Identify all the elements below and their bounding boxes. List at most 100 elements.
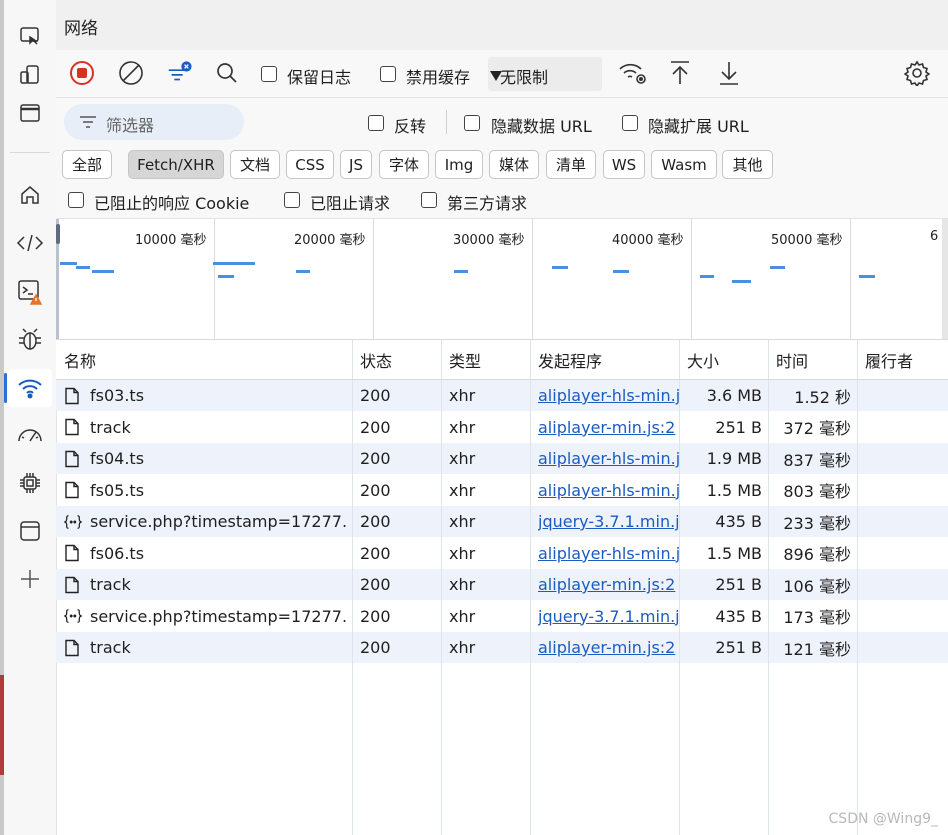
request-status: 200 — [360, 606, 391, 626]
request-type: xhr — [449, 417, 476, 437]
type-css-button[interactable]: CSS — [286, 150, 334, 179]
elements-code-icon[interactable] — [8, 224, 52, 262]
type-font-button[interactable]: 字体 — [379, 150, 429, 179]
initiator-link[interactable]: aliplayer-min.js:2 — [538, 569, 679, 600]
throttle-select[interactable]: 无限制 — [488, 57, 602, 91]
network-conditions-icon[interactable] — [618, 60, 648, 86]
column-header-time[interactable]: 时间 — [768, 340, 857, 380]
panel-title-bar: 网络 — [56, 0, 948, 51]
type-media-button[interactable]: 媒体 — [489, 150, 539, 179]
document-icon — [64, 380, 82, 411]
request-name[interactable]: service.php?timestamp=17277... — [90, 506, 348, 537]
type-fetch-xhr-button[interactable]: Fetch/XHR — [128, 150, 224, 179]
type-ws-button[interactable]: WS — [603, 150, 645, 179]
hide-data-url-label: 隐藏数据 URL — [491, 117, 592, 136]
activity-bar — [4, 0, 57, 835]
request-status: 200 — [360, 480, 391, 500]
initiator-link[interactable]: aliplayer-hls-min.js — [538, 475, 679, 506]
type-wasm-button[interactable]: Wasm — [651, 150, 717, 179]
network-toolbar: 保留日志 禁用缓存 无限制 — [56, 50, 948, 98]
filter-toggle-icon[interactable] — [166, 60, 192, 86]
add-tool-icon[interactable] — [8, 560, 52, 598]
request-name[interactable]: fs04.ts — [90, 443, 348, 474]
request-name[interactable]: fs05.ts — [90, 475, 348, 506]
blocked-cookies-checkbox[interactable] — [68, 192, 84, 208]
column-header-size[interactable]: 大小 — [679, 340, 768, 380]
preserve-log-checkbox[interactable] — [261, 66, 277, 82]
table-row[interactable]: fs06.ts 200 xhr aliplayer-hls-min.js 1.5 MB 8… — [56, 538, 948, 569]
type-js-button[interactable]: JS — [340, 150, 372, 179]
initiator-link[interactable]: aliplayer-min.js:2 — [538, 632, 679, 663]
network-wifi-icon[interactable] — [4, 369, 52, 407]
hide-ext-url-checkbox[interactable] — [622, 115, 638, 131]
table-row[interactable]: track 200 xhr aliplayer-min.js:2 251 B 372 毫秒 — [56, 412, 948, 443]
table-row[interactable]: track 200 xhr aliplayer-min.js:2 251 B 121 毫秒 — [56, 632, 948, 663]
device-emulation-icon[interactable] — [8, 56, 52, 94]
timeline-tick: 10000 毫秒 — [135, 233, 207, 248]
disable-cache-label: 禁用缓存 — [406, 68, 471, 87]
timeline-overview[interactable]: 10000 毫秒 20000 毫秒 30000 毫秒 40000 毫秒 5000… — [56, 219, 948, 340]
invert-checkbox[interactable] — [368, 115, 384, 131]
request-name[interactable]: service.php?timestamp=17277... — [90, 601, 348, 632]
filter-placeholder: 筛选器 — [106, 116, 155, 135]
type-manifest-button[interactable]: 清单 — [546, 150, 596, 179]
request-size: 1.5 MB — [706, 480, 762, 500]
application-window-icon[interactable] — [8, 512, 52, 550]
blocked-cookies-label: 已阻止的响应 Cookie — [94, 194, 250, 213]
request-name[interactable]: fs03.ts — [90, 380, 348, 411]
table-row[interactable]: service.php?timestamp=17277... 200 xhr jque… — [56, 601, 948, 632]
third-party-checkbox[interactable] — [421, 192, 437, 208]
memory-chip-icon[interactable] — [8, 464, 52, 502]
table-row[interactable]: fs03.ts 200 xhr aliplayer-hls-min.js 3.6 MB 1… — [56, 380, 948, 411]
initiator-link[interactable]: aliplayer-hls-min.js — [538, 380, 679, 411]
type-doc-button[interactable]: 文档 — [230, 150, 280, 179]
filter-input[interactable]: 筛选器 — [64, 104, 244, 140]
column-header-type[interactable]: 类型 — [441, 340, 530, 380]
request-status: 200 — [360, 512, 391, 531]
table-row[interactable]: service.php?timestamp=17277... 200 xhr jque… — [56, 506, 948, 537]
initiator-link[interactable]: aliplayer-hls-min.js — [538, 538, 679, 569]
type-other-button[interactable]: 其他 — [722, 150, 773, 179]
table-row[interactable]: track 200 xhr aliplayer-min.js:2 251 B 106 毫秒 — [56, 569, 948, 600]
request-time: 1.52 秒 — [794, 387, 851, 407]
import-har-icon[interactable] — [667, 60, 693, 86]
disable-cache-checkbox[interactable] — [380, 66, 396, 82]
column-header-initiator[interactable]: 发起程序 — [530, 340, 679, 380]
initiator-link[interactable]: jquery-3.7.1.min.js — [538, 506, 679, 537]
request-name[interactable]: track — [90, 632, 348, 663]
settings-gear-icon[interactable] — [904, 60, 930, 86]
layout-panel-icon[interactable] — [8, 94, 52, 132]
table-row[interactable]: fs05.ts 200 xhr aliplayer-hls-min.js 1.5 MB 8… — [56, 475, 948, 506]
clear-icon[interactable] — [118, 60, 144, 86]
timeline-left-grip[interactable] — [56, 224, 60, 244]
initiator-link[interactable]: aliplayer-min.js:2 — [538, 412, 679, 443]
initiator-link[interactable]: aliplayer-hls-min.js — [538, 443, 679, 474]
type-img-button[interactable]: Img — [435, 150, 483, 179]
blocked-requests-checkbox[interactable] — [284, 192, 300, 208]
table-row[interactable]: fs04.ts 200 xhr aliplayer-hls-min.js 1.9 MB 8… — [56, 443, 948, 474]
column-header-status[interactable]: 状态 — [352, 340, 441, 380]
request-time: 233 毫秒 — [783, 513, 851, 533]
timeline-right-handle[interactable] — [942, 219, 948, 339]
stop-recording-icon[interactable] — [69, 60, 95, 86]
performance-gauge-icon[interactable] — [8, 416, 52, 454]
inspect-tool-icon[interactable] — [8, 18, 52, 56]
request-name[interactable]: track — [90, 569, 348, 600]
type-all-button[interactable]: 全部 — [62, 150, 112, 179]
column-header-name[interactable]: 名称 — [56, 340, 352, 380]
initiator-link[interactable]: jquery-3.7.1.min.js — [538, 601, 679, 632]
filter-separator — [446, 110, 447, 134]
welcome-home-icon[interactable] — [8, 176, 52, 214]
column-header-fulfilled-by[interactable]: 履行者 — [857, 340, 948, 380]
document-icon — [64, 475, 82, 506]
sources-bug-icon[interactable] — [8, 320, 52, 358]
request-name[interactable]: fs06.ts — [90, 538, 348, 569]
export-har-icon[interactable] — [716, 60, 742, 86]
console-icon[interactable] — [8, 272, 52, 310]
search-icon[interactable] — [214, 60, 240, 86]
hide-data-url-checkbox[interactable] — [464, 115, 480, 131]
request-name[interactable]: track — [90, 412, 348, 443]
request-time: 837 毫秒 — [783, 450, 851, 470]
blocked-filter-row: 已阻止的响应 Cookie 已阻止请求 第三方请求 — [56, 184, 948, 219]
request-size: 435 B — [715, 512, 762, 531]
